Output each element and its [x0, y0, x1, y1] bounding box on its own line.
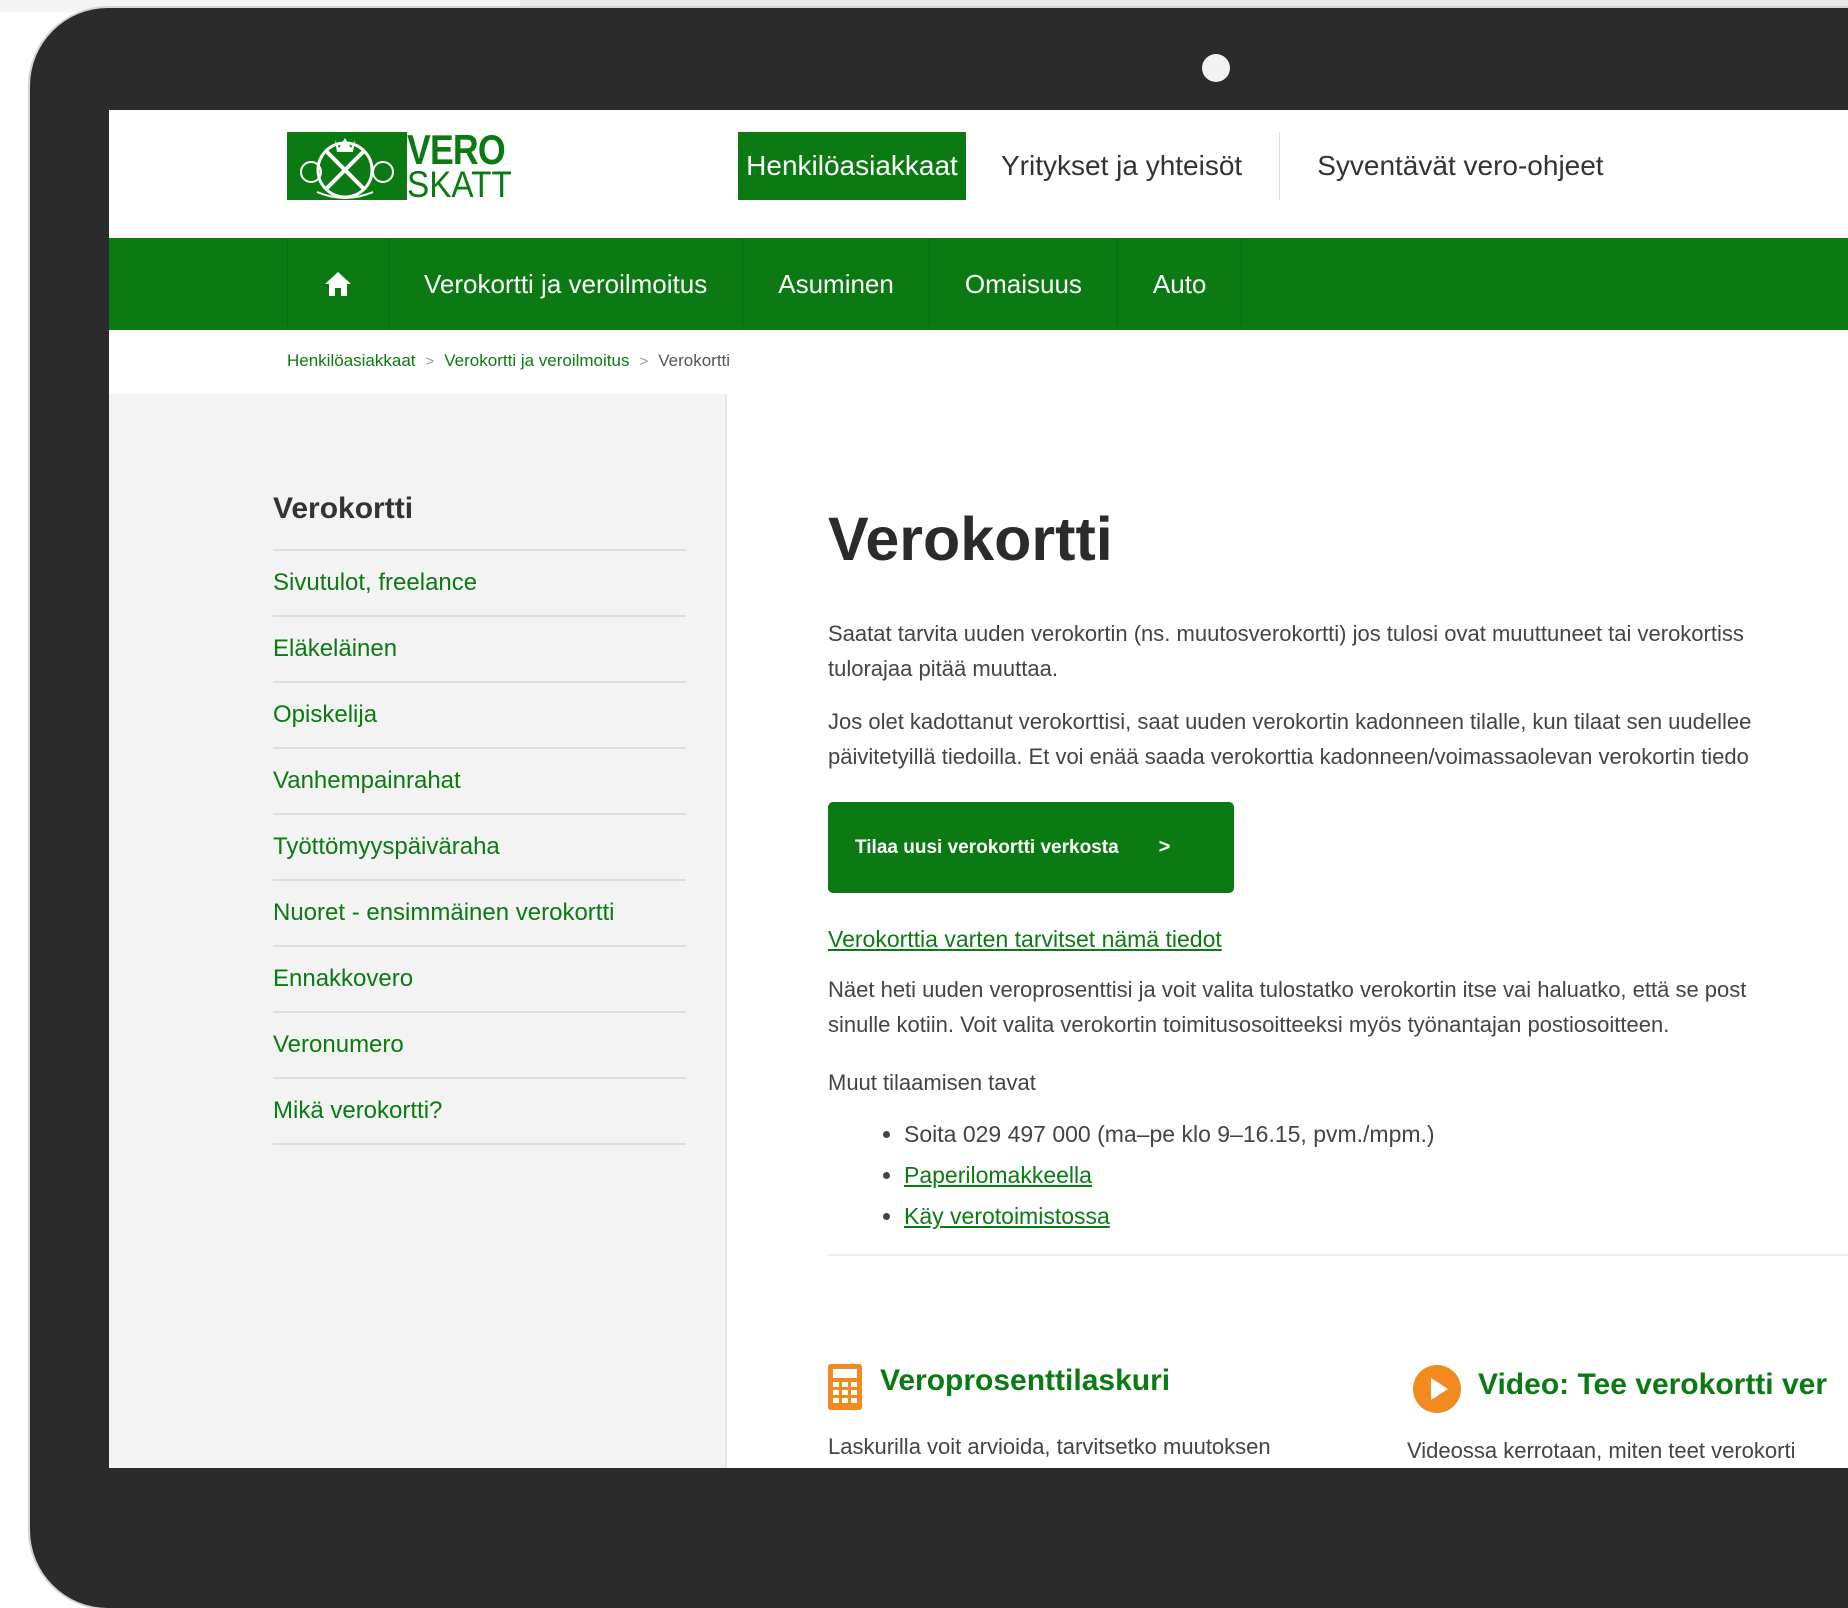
requirements-link[interactable]: Verokorttia varten tarvitset nämä tiedot [828, 926, 1222, 953]
sidebar-item-nuoret[interactable]: Nuoret - ensimmäinen verokortti [273, 881, 686, 947]
list-item: Paperilomakkeella [904, 1155, 1435, 1196]
breadcrumb: Henkilöasiakkaat > Verokortti ja veroilm… [287, 330, 730, 392]
breadcrumb-separator: > [425, 352, 435, 370]
order-taxcard-label: Tilaa uusi verokortti verkosta [855, 836, 1119, 858]
lost-card-line: Jos olet kadottanut verokorttisi, saat u… [828, 709, 1752, 734]
vero-emblem-icon [287, 132, 407, 200]
info-line: Näet heti uuden veroprosenttisi ja voit … [828, 977, 1747, 1002]
sidebar: Verokortti Sivutulot, freelance Eläkeläi… [109, 394, 727, 1468]
home-icon [325, 272, 351, 296]
paper-form-link[interactable]: Paperilomakkeella [904, 1162, 1092, 1188]
intro-line: Saatat tarvita uuden verokortin (ns. muu… [828, 621, 1744, 646]
sidebar-item-sivutulot[interactable]: Sivutulot, freelance [273, 551, 686, 617]
tab-syventavat-ohjeet[interactable]: Syventävät vero-ohjeet [1282, 132, 1638, 200]
intro-paragraph: Saatat tarvita uuden verokortin (ns. muu… [828, 616, 1744, 686]
lost-card-line: päivitetyillä tiedoilla. Et voi enää saa… [828, 744, 1749, 769]
logo-text-skatt: SKATT [407, 164, 512, 205]
nav-divider [1279, 132, 1281, 200]
breadcrumb-link-henkiloasiakkaat[interactable]: Henkilöasiakkaat [287, 351, 416, 371]
browser-screen: VERO SKATT Henkilöasiakkaat Yritykset ja… [109, 110, 1848, 1468]
sidebar-item-ennakkovero[interactable]: Ennakkovero [273, 947, 686, 1013]
section-divider [828, 1254, 1848, 1256]
phone-option: Soita 029 497 000 (ma–pe klo 9–16.15, pv… [904, 1121, 1435, 1147]
tab-yritykset[interactable]: Yritykset ja yhteisöt [966, 132, 1277, 200]
order-taxcard-button[interactable]: Tilaa uusi verokortti verkosta > [828, 802, 1234, 893]
calculator-title-link[interactable]: Veroprosenttilaskuri [880, 1364, 1170, 1398]
video-description: Videossa kerrotaan, miten teet verokorti [1407, 1438, 1796, 1463]
sidebar-item-tyottomyyspaivaraha[interactable]: Työttömyyspäiväraha [273, 815, 686, 881]
lost-card-paragraph: Jos olet kadottanut verokorttisi, saat u… [828, 704, 1751, 774]
sidebar-item-opiskelija[interactable]: Opiskelija [273, 683, 686, 749]
intro-line: tulorajaa pitää muuttaa. [828, 656, 1058, 681]
breadcrumb-separator: > [639, 352, 649, 370]
nav-asuminen[interactable]: Asuminen [742, 238, 929, 330]
nav-verokortti-veroilmoitus[interactable]: Verokortti ja veroilmoitus [388, 238, 742, 330]
sidebar-item-veronumero[interactable]: Veronumero [273, 1013, 686, 1079]
sidebar-title: Verokortti [273, 492, 414, 525]
other-ways-label: Muut tilaamisen tavat [828, 1070, 1036, 1095]
audience-nav: Henkilöasiakkaat Yritykset ja yhteisöt S… [738, 132, 1639, 200]
calculator-icon [828, 1364, 862, 1410]
home-button[interactable] [287, 238, 388, 330]
other-ways-list: Soita 029 497 000 (ma–pe klo 9–16.15, pv… [868, 1114, 1435, 1237]
sidebar-menu: Sivutulot, freelance Eläkeläinen Opiskel… [273, 549, 686, 1145]
info-paragraph: Näet heti uuden veroprosenttisi ja voit … [828, 972, 1746, 1042]
sidebar-item-elakelainen[interactable]: Eläkeläinen [273, 617, 686, 683]
sidebar-item-vanhempainrahat[interactable]: Vanhempainrahat [273, 749, 686, 815]
list-item: Käy verotoimistossa [904, 1196, 1435, 1237]
main-nav: Verokortti ja veroilmoitus Asuminen Omai… [109, 238, 1848, 330]
site-header: VERO SKATT Henkilöasiakkaat Yritykset ja… [109, 110, 1848, 238]
list-item: Soita 029 497 000 (ma–pe klo 9–16.15, pv… [904, 1114, 1435, 1155]
breadcrumb-link-verokortti-veroilmoitus[interactable]: Verokortti ja veroilmoitus [444, 351, 629, 371]
chevron-right-icon: > [1158, 836, 1171, 858]
breadcrumb-current: Verokortti [658, 351, 731, 370]
info-line: sinulle kotiin. Voit valita verokortin t… [828, 1012, 1670, 1037]
calculator-description: Laskurilla voit arvioida, tarvitsetko mu… [828, 1434, 1271, 1459]
nav-omaisuus[interactable]: Omaisuus [928, 238, 1117, 330]
tab-henkiloasiakkaat[interactable]: Henkilöasiakkaat [738, 132, 966, 200]
page-title: Verokortti [828, 505, 1113, 573]
nav-auto[interactable]: Auto [1116, 238, 1243, 330]
camera-icon [1202, 54, 1230, 82]
vero-logo[interactable]: VERO SKATT [287, 126, 519, 205]
sidebar-item-mika-verokortti[interactable]: Mikä verokortti? [273, 1079, 686, 1145]
tax-office-link[interactable]: Käy verotoimistossa [904, 1203, 1110, 1229]
play-icon[interactable] [1412, 1364, 1462, 1414]
video-title-link[interactable]: Video: Tee verokortti ver [1478, 1368, 1827, 1402]
